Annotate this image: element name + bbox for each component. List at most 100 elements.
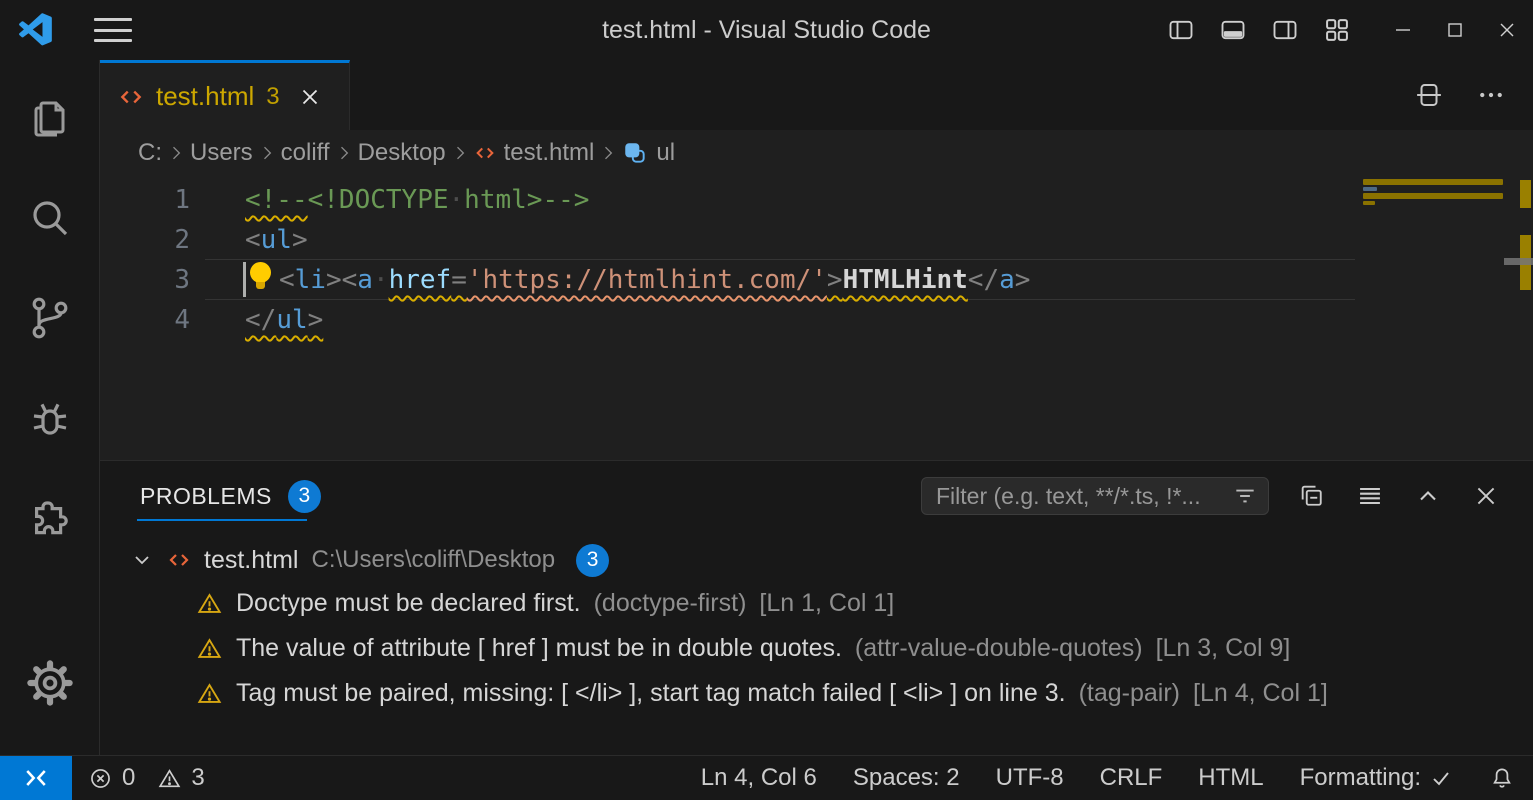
minimap[interactable]	[1363, 179, 1503, 205]
window-minimize-icon[interactable]	[1377, 0, 1429, 60]
close-panel-icon[interactable]	[1471, 481, 1501, 511]
active-tab-underline	[137, 519, 307, 521]
code-token: ><	[326, 265, 357, 295]
collapse-all-icon[interactable]	[1297, 481, 1327, 511]
minimap-line	[1363, 201, 1375, 205]
problem-rule: (doctype-first)	[594, 589, 747, 618]
breadcrumb-item-drive[interactable]: C:	[138, 139, 162, 167]
vscode-window: test.html - Visual Studio Code	[0, 0, 1533, 800]
chevron-right-icon	[334, 143, 354, 163]
tab-label: test.html	[156, 81, 254, 112]
cursor-position-status[interactable]: Ln 4, Col 6	[701, 764, 817, 792]
chevron-right-icon	[257, 143, 277, 163]
problem-rule: (tag-pair)	[1079, 679, 1180, 708]
problems-file-row[interactable]: test.html C:\Users\coliff\Desktop 3	[100, 539, 1533, 581]
problem-rule: (attr-value-double-quotes)	[855, 634, 1143, 663]
encoding-status[interactable]: UTF-8	[996, 764, 1064, 792]
code-token: a	[999, 265, 1015, 295]
search-icon[interactable]	[0, 168, 100, 268]
tab-test-html[interactable]: test.html 3	[100, 60, 350, 130]
code-editor[interactable]: 1<!--<!DOCTYPE·html>-->2<ul>3<li><a·href…	[100, 175, 1533, 460]
run-debug-icon[interactable]	[0, 368, 100, 468]
lightbulb-icon[interactable]	[245, 262, 279, 292]
menu-hamburger-icon[interactable]	[94, 18, 132, 42]
code-token: <!--	[245, 185, 308, 215]
problem-message: Doctype must be declared first.	[236, 589, 581, 618]
code-line[interactable]: 3<li><a·href='https://htmlhint.com/'>HTM…	[100, 260, 1533, 300]
code-token: >	[292, 225, 308, 255]
window-maximize-icon[interactable]	[1429, 0, 1481, 60]
tab-close-icon[interactable]	[298, 85, 322, 109]
code-line[interactable]: 1<!--<!DOCTYPE·html>-->	[100, 180, 1533, 220]
formatting-status[interactable]: Formatting:	[1300, 764, 1453, 792]
warning-icon	[196, 680, 223, 707]
code-token: >	[827, 265, 843, 295]
problems-filter-input[interactable]: Filter (e.g. text, **/*.ts, !*...	[921, 477, 1269, 515]
problems-status[interactable]: 0 3	[88, 764, 205, 792]
error-icon	[88, 766, 113, 791]
settings-gear-icon[interactable]	[0, 633, 100, 733]
text-cursor	[243, 262, 246, 297]
line-number: 1	[100, 180, 190, 220]
line-number: 4	[100, 300, 190, 340]
breadcrumb-item-coliff[interactable]: coliff	[281, 139, 330, 167]
breadcrumb-item-desktop[interactable]: Desktop	[358, 139, 446, 167]
html-file-icon	[167, 548, 191, 572]
remote-indicator[interactable]	[0, 756, 72, 800]
breadcrumb-item-users[interactable]: Users	[190, 139, 253, 167]
code-token: li	[295, 265, 326, 295]
problems-file-path: C:\Users\coliff\Desktop	[311, 546, 555, 574]
problem-row[interactable]: The value of attribute [ href ] must be …	[100, 626, 1533, 671]
problem-row[interactable]: Tag must be paired, missing: [ </li> ], …	[100, 671, 1533, 716]
tab-bar: test.html 3	[100, 60, 1533, 130]
vscode-logo-icon	[18, 13, 52, 47]
title-bar: test.html - Visual Studio Code	[0, 0, 1533, 60]
window-close-icon[interactable]	[1481, 0, 1533, 60]
problem-row[interactable]: Doctype must be declared first. (doctype-…	[100, 581, 1533, 626]
explorer-icon[interactable]	[0, 68, 100, 168]
language-mode-status[interactable]: HTML	[1198, 764, 1263, 792]
view-as-list-icon[interactable]	[1355, 481, 1385, 511]
warning-icon	[196, 590, 223, 617]
more-actions-icon[interactable]	[1471, 75, 1511, 115]
toggle-primary-sidebar-icon[interactable]	[1155, 0, 1207, 60]
customize-layout-icon[interactable]	[1311, 0, 1363, 60]
editor-area: test.html 3 C:	[100, 60, 1533, 755]
maximize-panel-icon[interactable]	[1413, 481, 1443, 511]
code-lines: 1<!--<!DOCTYPE·html>-->2<ul>3<li><a·href…	[100, 180, 1533, 340]
problems-tab-label: PROBLEMS	[140, 483, 272, 510]
panel-header: PROBLEMS 3 Filter (e.g. text, **/*.ts, !…	[100, 461, 1533, 531]
filter-icon[interactable]	[1232, 483, 1258, 509]
eol-status[interactable]: CRLF	[1100, 764, 1163, 792]
notifications-bell-icon[interactable]	[1489, 765, 1515, 791]
problems-tree: test.html C:\Users\coliff\Desktop 3 Doct…	[100, 531, 1533, 716]
code-token: href	[389, 265, 452, 295]
toggle-secondary-sidebar-icon[interactable]	[1259, 0, 1311, 60]
split-editor-icon[interactable]	[1409, 75, 1449, 115]
toggle-panel-icon[interactable]	[1207, 0, 1259, 60]
line-content: <li><a·href='https://htmlhint.com/'>HTML…	[190, 260, 1030, 300]
warning-count: 3	[191, 764, 204, 792]
code-token: </	[968, 265, 999, 295]
tab-problems[interactable]: PROBLEMS 3	[140, 480, 321, 513]
code-token: </	[245, 305, 276, 335]
minimap-line	[1363, 179, 1503, 185]
minimap-line	[1363, 193, 1503, 199]
code-token: 'https://htmlhint.com/'	[467, 265, 827, 295]
indentation-status[interactable]: Spaces: 2	[853, 764, 960, 792]
code-token: <	[279, 265, 295, 295]
chevron-right-icon	[166, 143, 186, 163]
breadcrumb-item-symbol-ul[interactable]: ul	[622, 139, 675, 167]
code-token: ul	[261, 225, 292, 255]
line-content: </ul>	[190, 300, 323, 340]
code-line[interactable]: 2<ul>	[100, 220, 1533, 260]
html-file-icon	[118, 84, 144, 110]
problems-panel: PROBLEMS 3 Filter (e.g. text, **/*.ts, !…	[100, 460, 1533, 755]
code-line[interactable]: 4</ul>	[100, 300, 1533, 340]
breadcrumb-item-file[interactable]: test.html	[474, 139, 595, 167]
extensions-icon[interactable]	[0, 468, 100, 568]
error-count: 0	[122, 764, 135, 792]
source-control-icon[interactable]	[0, 268, 100, 368]
chevron-down-icon[interactable]	[130, 548, 154, 572]
tab-problem-count: 3	[266, 83, 279, 111]
